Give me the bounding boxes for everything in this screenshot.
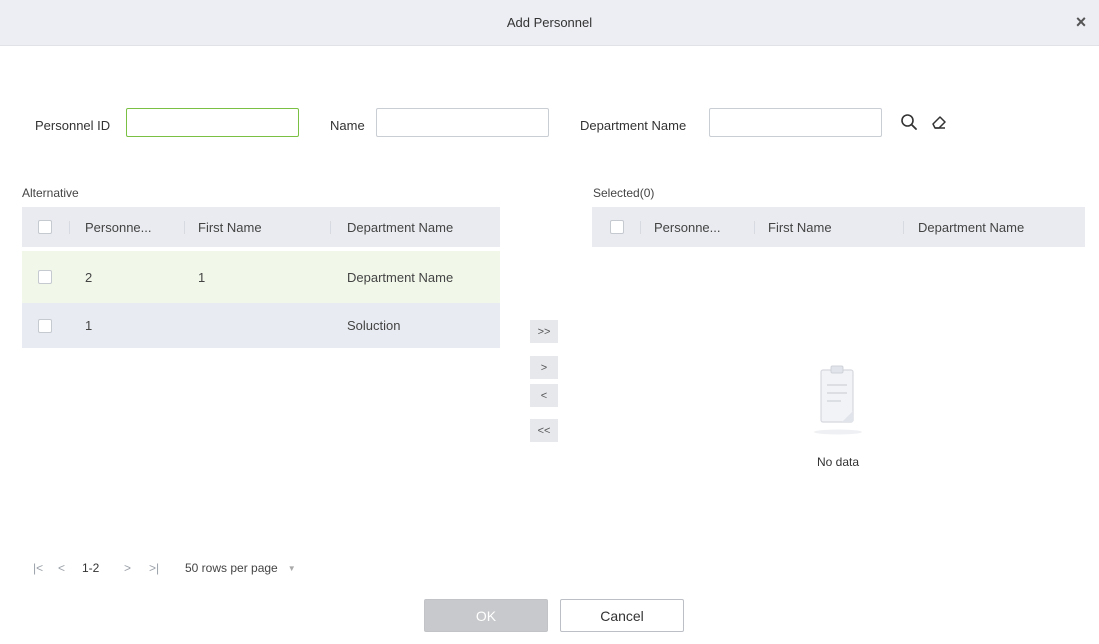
pager-range: 1-2 — [82, 561, 100, 575]
pager-first-button[interactable]: |< — [33, 559, 43, 577]
cell-personnel-id: 1 — [85, 318, 93, 333]
column-separator — [330, 221, 331, 234]
column-separator — [754, 221, 755, 234]
move-all-right-button[interactable]: >> — [530, 320, 558, 343]
table-row[interactable]: 2 1 Department Name — [22, 251, 500, 303]
column-separator — [903, 221, 904, 234]
dialog-title: Add Personnel — [506, 15, 593, 30]
cell-personnel-id: 2 — [85, 269, 93, 285]
row-checkbox[interactable] — [38, 270, 52, 284]
column-header-department-name[interactable]: Department Name — [347, 207, 497, 247]
search-icon[interactable] — [896, 109, 922, 135]
column-header-personnel-id[interactable]: Personne... — [85, 207, 180, 247]
column-header-first-name[interactable]: First Name — [198, 207, 318, 247]
alternative-grid-header: Personne... First Name Department Name — [22, 207, 500, 247]
column-header-department-name[interactable]: Department Name — [918, 207, 1078, 247]
selected-grid: Personne... First Name Department Name — [592, 207, 1085, 247]
cell-department-name: Soluction — [347, 318, 401, 333]
select-all-checkbox[interactable] — [38, 220, 52, 234]
chevron-down-icon: ▼ — [287, 563, 296, 573]
name-label: Name — [330, 118, 365, 133]
move-left-button[interactable]: < — [530, 384, 558, 407]
no-data-text: No data — [816, 455, 860, 469]
department-name-input[interactable] — [709, 108, 882, 137]
selected-grid-header: Personne... First Name Department Name — [592, 207, 1085, 247]
column-separator — [184, 221, 185, 234]
alternative-label: Alternative — [22, 186, 79, 200]
column-separator — [640, 221, 641, 234]
select-all-checkbox[interactable] — [610, 220, 624, 234]
cancel-button[interactable]: Cancel — [560, 599, 684, 632]
cell-department-name: Department Name — [347, 269, 454, 285]
pager-next-button[interactable]: > — [124, 559, 131, 577]
row-checkbox[interactable] — [38, 319, 52, 333]
eraser-icon[interactable] — [926, 109, 952, 135]
column-separator — [69, 221, 70, 234]
column-header-first-name[interactable]: First Name — [768, 207, 888, 247]
department-name-label: Department Name — [580, 118, 687, 133]
move-right-button[interactable]: > — [530, 356, 558, 379]
dialog-titlebar: Add Personnel × — [0, 0, 1099, 46]
cell-first-name: 1 — [198, 269, 206, 285]
name-input[interactable] — [376, 108, 549, 137]
pager-prev-button[interactable]: < — [58, 559, 65, 577]
selected-label: Selected(0) — [593, 186, 655, 200]
move-all-left-button[interactable]: << — [530, 419, 558, 442]
rows-per-page-select[interactable]: 50 rows per page ▼ — [185, 559, 296, 577]
pager-last-button[interactable]: >| — [149, 559, 159, 577]
table-row[interactable]: 1 Soluction — [22, 303, 500, 348]
cell-first-name — [198, 303, 318, 348]
rows-per-page-label: 50 rows per page — [185, 561, 278, 575]
alternative-grid: Personne... First Name Department Name 2… — [22, 207, 500, 348]
column-header-personnel-id[interactable]: Personne... — [654, 207, 749, 247]
clipboard-icon — [812, 358, 864, 438]
personnel-id-label: Personnel ID — [35, 118, 111, 133]
ok-button[interactable]: OK — [424, 599, 548, 632]
close-icon[interactable]: × — [1071, 12, 1091, 32]
personnel-id-input[interactable] — [126, 108, 299, 137]
